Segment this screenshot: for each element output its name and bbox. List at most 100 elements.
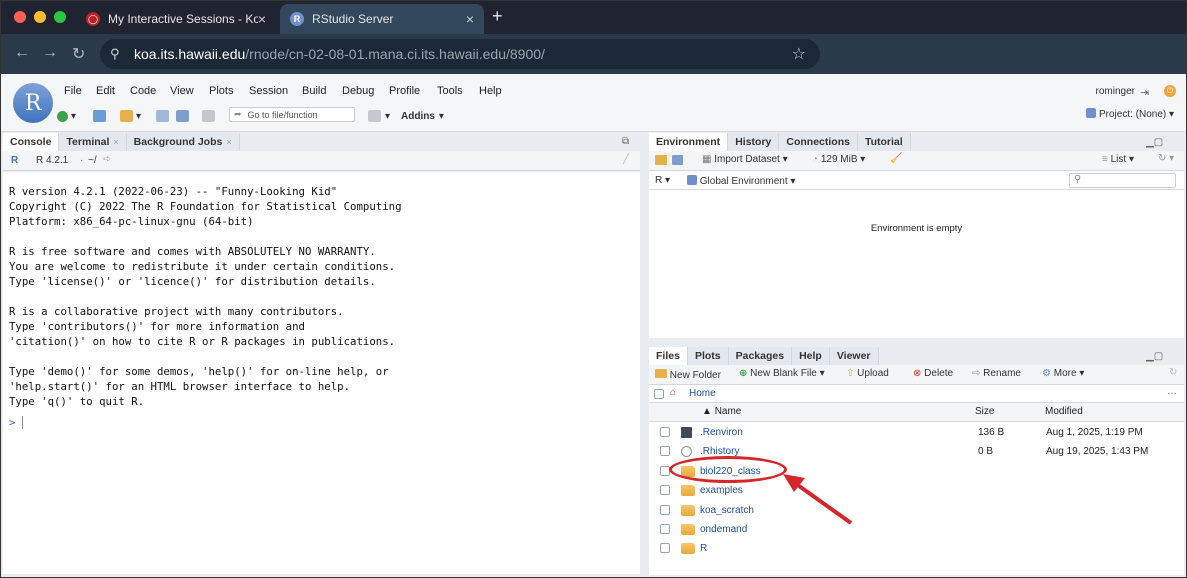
url-input[interactable]: ⚲ koa.its.hawaii.edu/rnode/cn-02-08-01.m… [100, 39, 820, 69]
tab-environment[interactable]: Environment [649, 133, 729, 151]
addins-button[interactable]: Addins ▾ [401, 109, 444, 123]
bookmark-star-icon[interactable]: ☆ [792, 44, 806, 64]
working-directory[interactable]: ~/ [88, 155, 97, 166]
view-mode-list-button[interactable]: ≡ List ▾ [1102, 154, 1134, 165]
tab-files[interactable]: Files [649, 347, 688, 365]
close-tab-icon[interactable]: × [226, 137, 231, 147]
tab-connections[interactable]: Connections [779, 133, 858, 151]
env-search-input[interactable]: ⚲ [1069, 173, 1176, 188]
file-row[interactable]: examples [649, 481, 1184, 500]
menu-session[interactable]: Session [249, 85, 288, 97]
file-row[interactable]: .Renviron 136 B Aug 1, 2025, 1:19 PM [649, 423, 1184, 442]
project-menu[interactable]: Project: (None) ▾ [1086, 108, 1174, 120]
sign-out-icon[interactable]: ⇥ [1140, 86, 1149, 99]
go-to-directory-icon[interactable]: ➪ [103, 154, 111, 165]
zoom-window-button[interactable] [54, 11, 66, 23]
menu-debug[interactable]: Debug [342, 85, 374, 97]
open-file-button[interactable]: ▾ [120, 109, 141, 123]
menu-plots[interactable]: Plots [209, 85, 233, 97]
menu-view[interactable]: View [170, 85, 194, 97]
file-row[interactable]: ondemand [649, 520, 1184, 539]
refresh-icon[interactable]: ↻ ▾ [1158, 153, 1174, 164]
load-workspace-icon[interactable] [655, 155, 667, 165]
menu-build[interactable]: Build [302, 85, 326, 97]
browser-tab-sessions[interactable]: ◯ My Interactive Sessions - Koa × [76, 4, 276, 34]
refresh-icon[interactable]: ↻ [1169, 367, 1177, 378]
file-checkbox[interactable] [660, 504, 670, 515]
file-checkbox[interactable] [660, 427, 670, 437]
save-all-button[interactable] [176, 109, 189, 123]
breadcrumb-home[interactable]: Home [689, 388, 716, 399]
broom-icon[interactable]: 🧹 [890, 153, 902, 164]
forward-arrow-icon[interactable]: → [42, 44, 58, 62]
print-button[interactable] [202, 109, 215, 123]
file-name-link[interactable]: ondemand [700, 524, 747, 535]
new-tab-plus-icon[interactable]: + [492, 6, 503, 27]
column-name-header[interactable]: ▲ Name [702, 406, 741, 417]
back-arrow-icon[interactable]: ← [14, 44, 30, 62]
tab-plots[interactable]: Plots [687, 347, 729, 365]
tab-history[interactable]: History [728, 133, 780, 151]
console-prompt[interactable]: > [9, 416, 634, 431]
console-output[interactable]: R version 4.2.1 (2022-06-23) -- "Funny-L… [3, 172, 640, 574]
file-checkbox[interactable] [660, 524, 670, 534]
menu-profile[interactable]: Profile [389, 85, 420, 97]
memory-usage-button[interactable]: ◔ 129 MiB ▾ [812, 154, 865, 165]
tab-tutorial[interactable]: Tutorial [857, 133, 911, 151]
menu-help[interactable]: Help [479, 85, 502, 97]
new-folder-button[interactable]: New Folder [655, 369, 721, 381]
tab-packages[interactable]: Packages [728, 347, 793, 365]
close-tab-icon[interactable]: × [466, 11, 474, 27]
tab-console[interactable]: Console [3, 133, 60, 151]
menu-file[interactable]: File [64, 85, 82, 97]
new-file-button[interactable]: ▾ [57, 109, 76, 123]
file-name-link[interactable]: .Renviron [700, 427, 743, 438]
new-project-button[interactable] [93, 109, 106, 123]
column-size-header[interactable]: Size [975, 406, 994, 417]
site-info-icon[interactable]: ⚲ [110, 46, 120, 62]
minimize-window-button[interactable] [34, 11, 46, 23]
file-checkbox[interactable] [660, 485, 670, 496]
minimize-pane-icon[interactable]: ▁▢ [1146, 351, 1163, 362]
close-window-button[interactable] [14, 11, 26, 23]
file-checkbox[interactable] [660, 543, 670, 554]
delete-button[interactable]: ⊗ Delete [913, 368, 953, 379]
minimize-pane-icon[interactable]: ▁▢ [1146, 137, 1163, 148]
select-all-checkbox[interactable] [654, 389, 664, 399]
browser-tab-rstudio[interactable]: R RStudio Server × [280, 4, 484, 34]
close-tab-icon[interactable]: × [113, 137, 118, 147]
workspace-panes-button[interactable]: ▾ [368, 109, 390, 123]
more-button[interactable]: ⚙ More ▾ [1042, 368, 1084, 379]
file-name-link[interactable]: koa_scratch [700, 505, 754, 516]
file-row[interactable]: koa_scratch [649, 501, 1184, 520]
environment-selector[interactable]: Global Environment ▾ [687, 175, 795, 187]
upload-button[interactable]: ⇧ Upload [846, 368, 889, 379]
import-dataset-button[interactable]: ▦ Import Dataset ▾ [702, 154, 788, 165]
file-name-link[interactable]: R [700, 543, 707, 554]
file-checkbox[interactable] [660, 446, 670, 457]
maximize-pane-icon[interactable]: ⧉ [622, 136, 629, 147]
more-path-icon[interactable]: … [1167, 386, 1177, 397]
list-icon: ≡ [1102, 154, 1108, 165]
clear-console-icon[interactable]: ╱ [623, 154, 629, 165]
rename-button[interactable]: ⇨ Rename [972, 368, 1021, 379]
reload-icon[interactable]: ↻ [72, 44, 85, 64]
power-icon[interactable]: ⏻ [1164, 85, 1176, 97]
menu-code[interactable]: Code [130, 85, 156, 97]
close-tab-icon[interactable]: × [258, 11, 266, 27]
tab-help[interactable]: Help [792, 347, 830, 365]
environment-list: Environment is empty [649, 190, 1184, 338]
menu-edit[interactable]: Edit [96, 85, 115, 97]
go-to-file-input[interactable]: ➦ Go to file/function [229, 107, 355, 122]
save-workspace-icon[interactable] [672, 155, 683, 165]
tab-terminal[interactable]: Terminal × [59, 133, 127, 151]
language-selector[interactable]: R ▾ [655, 175, 670, 186]
file-name-link[interactable]: examples [700, 485, 743, 496]
menu-tools[interactable]: Tools [437, 85, 463, 97]
tab-background-jobs[interactable]: Background Jobs × [126, 133, 240, 151]
tab-viewer[interactable]: Viewer [829, 347, 879, 365]
column-modified-header[interactable]: Modified [1045, 406, 1083, 417]
new-blank-file-button[interactable]: ⊕ New Blank File ▾ [739, 368, 825, 379]
save-button[interactable] [156, 109, 169, 123]
file-row[interactable]: R [649, 539, 1184, 558]
